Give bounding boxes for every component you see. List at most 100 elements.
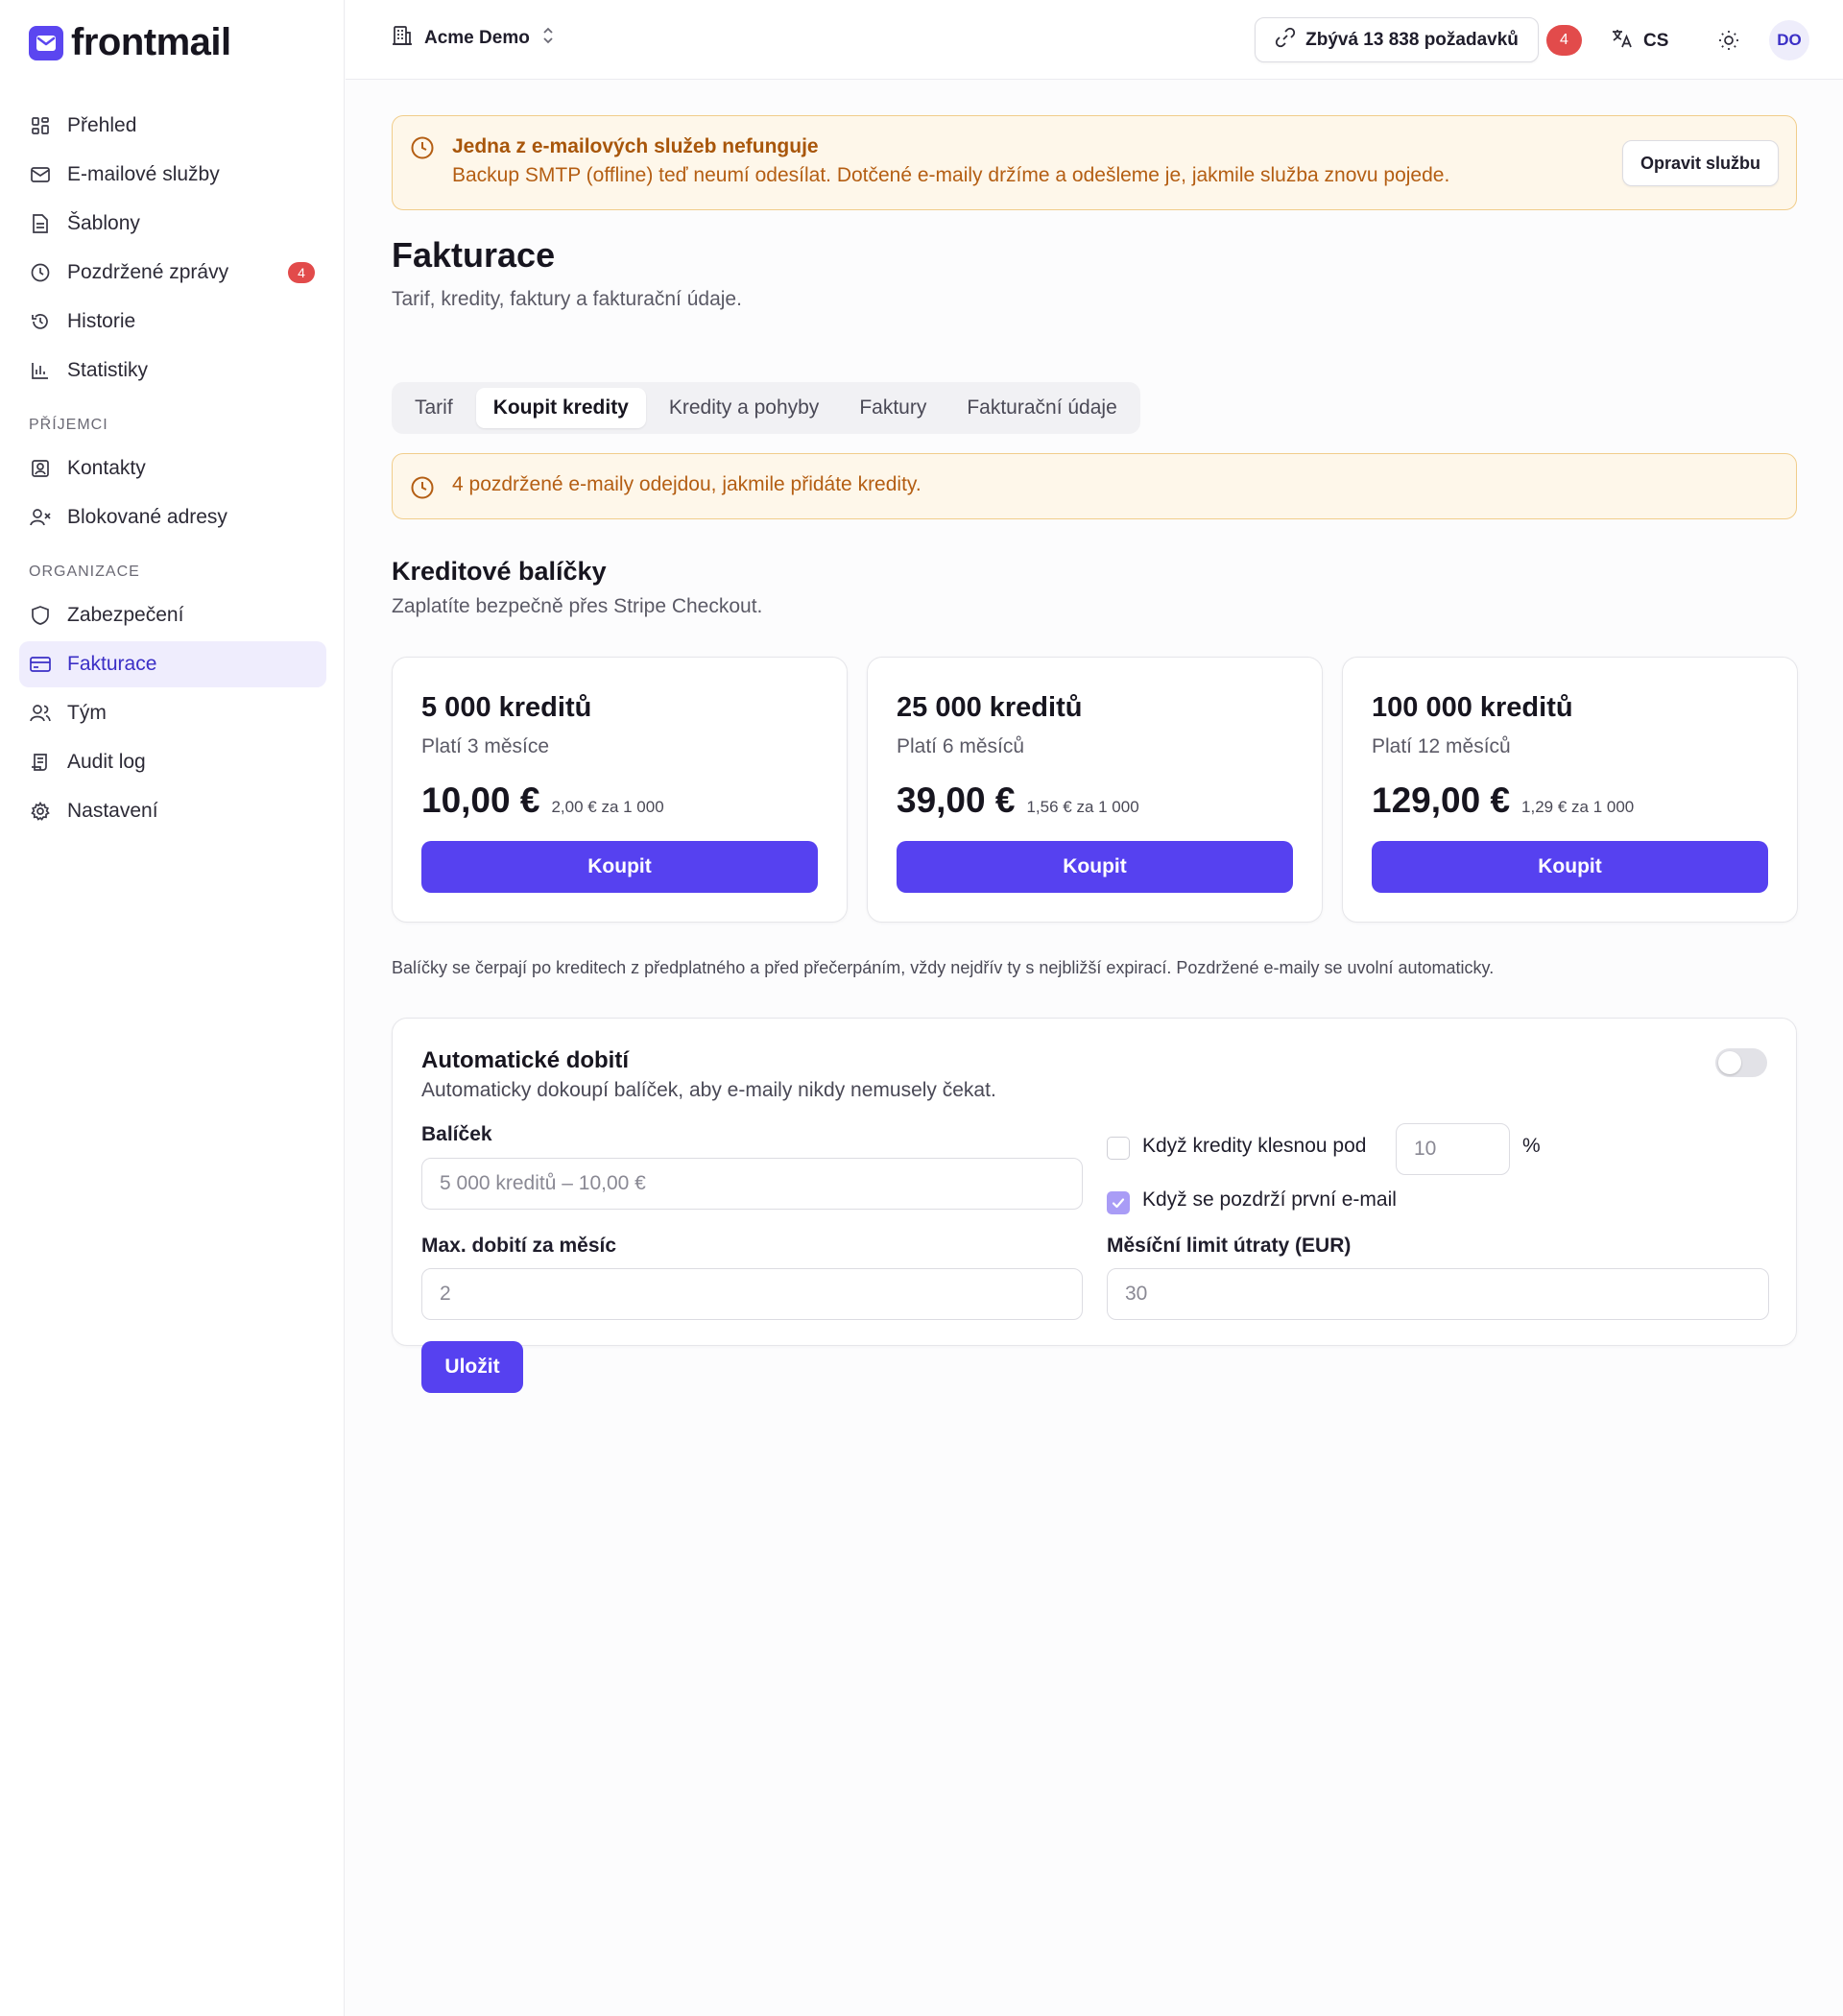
sidebar-item-label: Audit log [67,751,146,773]
main-nav: Přehled E-mailové služby Šablony Pozdrže… [19,103,326,837]
first-held-label: Když se pozdrží první e-mail [1142,1188,1397,1211]
chevron-up-down-icon [541,26,555,51]
sidebar-item-team[interactable]: Tým [19,690,326,736]
auto-topup-subtitle: Automaticky dokoupí balíček, aby e-maily… [421,1079,996,1101]
audit-icon [29,751,52,774]
shield-icon [29,604,52,627]
sidebar-item-held-messages[interactable]: Pozdržené zprávy 4 [19,250,326,296]
first-held-checkbox[interactable] [1107,1191,1130,1214]
history-icon [29,310,52,333]
auto-topup-card: Automatické dobití Automaticky dokoupí b… [392,1018,1797,1393]
package-price: 129,00 € [1372,780,1511,820]
fix-service-button[interactable]: Opravit službu [1622,140,1779,186]
page-title: Fakturace [392,235,556,275]
language-switcher[interactable]: CS [1611,27,1668,56]
tab-buy-credits[interactable]: Koupit kredity [475,388,646,428]
package-price-row: 129,00 € 1,29 € za 1 000 [1372,780,1634,821]
buy-button[interactable]: Koupit [421,841,818,893]
sidebar-item-contacts[interactable]: Kontakty [19,445,326,492]
package-card: 100 000 kreditů Platí 12 měsíců 129,00 €… [1342,657,1798,923]
packages-subtitle: Zaplatíte bezpečně přes Stripe Checkout. [392,595,763,617]
tab-plan[interactable]: Tarif [397,388,470,428]
remaining-requests-button[interactable]: Zbývá 13 838 požadavků [1255,17,1539,62]
sidebar-item-overview[interactable]: Přehled [19,103,326,149]
sidebar-item-billing[interactable]: Fakturace [19,641,326,687]
clock-icon [29,261,52,284]
sidebar-item-label: Pozdržené zprávy [67,261,229,283]
logo[interactable]: frontmail [29,21,231,64]
sidebar-item-security[interactable]: Zabezpečení [19,592,326,638]
threshold-checkbox[interactable] [1107,1137,1130,1160]
document-icon [29,212,52,235]
sidebar-item-audit-log[interactable]: Audit log [19,739,326,785]
buy-button[interactable]: Koupit [1372,841,1768,893]
package-card: 5 000 kreditů Platí 3 měsíce 10,00 € 2,0… [392,657,848,923]
user-avatar[interactable]: DO [1769,20,1809,60]
package-title: 100 000 kreditů [1372,692,1573,723]
tab-billing-details[interactable]: Fakturační údaje [949,388,1134,428]
organization-switcher[interactable]: Acme Demo [392,25,555,52]
check-icon [1112,1198,1125,1209]
sidebar-item-history[interactable]: Historie [19,299,326,345]
tab-invoices[interactable]: Faktury [842,388,944,428]
spend-limit-input[interactable]: 30 [1107,1268,1769,1320]
nav-section-recipients: PŘÍJEMCI [29,417,108,433]
sidebar-item-label: Přehled [67,114,137,136]
sidebar-item-templates[interactable]: Šablony [19,201,326,247]
sidebar-item-email-services[interactable]: E-mailové služby [19,152,326,198]
package-unit-price: 1,29 € za 1 000 [1521,798,1635,816]
clock-warning-icon [410,475,435,505]
package-price: 39,00 € [897,780,1016,820]
save-button[interactable]: Uložit [421,1341,523,1393]
threshold-input[interactable]: 10 [1396,1123,1510,1175]
buy-button[interactable]: Koupit [897,841,1293,893]
package-validity: Platí 3 měsíce [421,735,550,757]
notification-badge[interactable]: 4 [1546,25,1582,56]
held-emails-alert: 4 pozdržené e-maily odejdou, jakmile při… [392,453,1797,519]
held-count-badge: 4 [288,262,315,283]
max-topup-input[interactable]: 2 [421,1268,1083,1320]
sidebar-item-statistics[interactable]: Statistiky [19,348,326,394]
language-code: CS [1643,31,1669,51]
contact-icon [29,457,52,480]
logo-mail-icon [29,25,63,60]
sidebar-item-label: Historie [67,310,136,332]
users-icon [29,702,52,725]
clock-warning-icon [410,135,435,165]
link-icon [1275,27,1296,54]
billing-tabs: Tarif Koupit kredity Kredity a pohyby Fa… [392,382,1140,434]
bar-chart-icon [29,359,52,382]
threshold-unit: % [1522,1135,1541,1157]
max-topup-label: Max. dobití za měsíc [421,1235,617,1257]
theme-toggle-sun-icon[interactable] [1713,25,1744,56]
page-subtitle: Tarif, kredity, faktury a fakturační úda… [392,288,742,310]
remaining-requests-label: Zbývá 13 838 požadavků [1305,29,1519,50]
building-icon [392,25,413,52]
sidebar-item-settings[interactable]: Nastavení [19,788,326,834]
spend-limit-label: Měsíční limit útraty (EUR) [1107,1235,1352,1257]
held-emails-text: 4 pozdržené e-maily odejdou, jakmile při… [452,473,922,495]
package-price: 10,00 € [421,780,540,820]
package-field-label: Balíček [421,1123,492,1145]
package-card: 25 000 kreditů Platí 6 měsíců 39,00 € 1,… [867,657,1323,923]
translate-icon [1611,27,1634,56]
alert-title: Jedna z e-mailových služeb nefunguje [452,135,819,157]
sidebar-item-label: Zabezpečení [67,604,184,626]
package-validity: Platí 12 měsíců [1372,735,1511,757]
auto-topup-title: Automatické dobití [421,1047,630,1073]
sidebar-item-blocked[interactable]: Blokované adresy [19,494,326,540]
topbar: Acme Demo Zbývá 13 838 požadavků 4 CS DO [346,0,1843,80]
package-unit-price: 2,00 € za 1 000 [551,798,664,816]
package-select[interactable]: 5 000 kreditů – 10,00 € [421,1158,1083,1210]
package-unit-price: 1,56 € za 1 000 [1026,798,1139,816]
tab-credits-movements[interactable]: Kredity a pohyby [652,388,836,428]
sidebar: frontmail Přehled E-mailové služby Šablo… [0,0,345,2016]
nav-section-organization: ORGANIZACE [29,564,140,580]
auto-topup-toggle[interactable] [1715,1048,1767,1077]
packages-title: Kreditové balíčky [392,557,607,586]
toggle-knob [1718,1051,1741,1074]
package-validity: Platí 6 měsíců [897,735,1025,757]
alert-text: Backup SMTP (offline) teď neumí odesílat… [452,164,1450,186]
sidebar-item-label: Tým [67,702,107,724]
package-title: 25 000 kreditů [897,692,1083,723]
